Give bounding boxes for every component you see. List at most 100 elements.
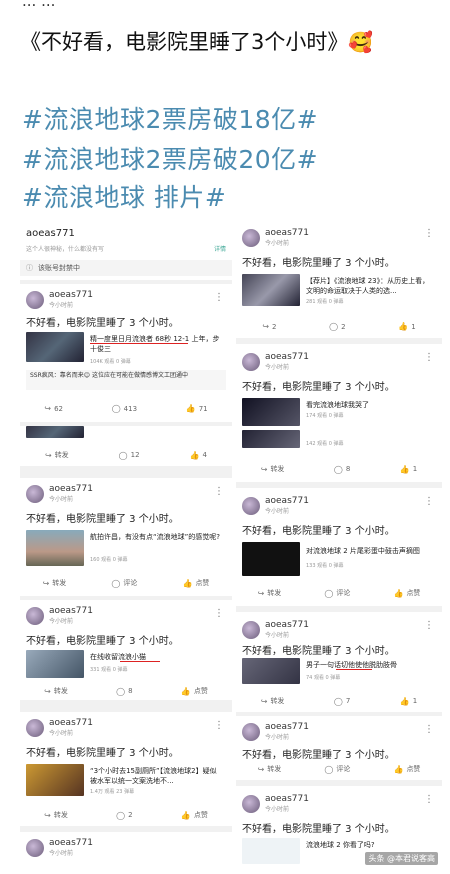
video-thumbnail[interactable] <box>26 426 84 438</box>
video-title[interactable]: 精一度里日月流浪者 68秒 12-1 上年，步十俊三 <box>90 334 222 354</box>
post-username[interactable]: aoeas771 <box>265 794 309 804</box>
avatar[interactable] <box>242 722 260 741</box>
video-thumbnail[interactable] <box>26 530 84 566</box>
header: ... ... 《不好看，电影院里睡了3个小时》🥰 #流浪地球2票房破18亿# … <box>0 0 450 215</box>
more-icon[interactable]: ⋮ <box>214 292 224 303</box>
repost-button[interactable]: ↪ 转发 <box>258 764 282 774</box>
repost-icon: ↪ <box>44 450 52 460</box>
like-button[interactable]: 👍 1 <box>400 464 417 474</box>
repost-button[interactable]: ↪ 2 <box>262 322 276 331</box>
profile-name: aoeas771 <box>26 228 75 239</box>
repost-button[interactable]: ↪ 62 <box>44 404 63 413</box>
post-username[interactable]: aoeas771 <box>265 496 309 506</box>
like-button[interactable]: 👍 71 <box>186 404 208 413</box>
like-button[interactable]: 👍 点赞 <box>181 810 208 820</box>
avatar[interactable] <box>26 484 44 503</box>
post-username[interactable]: aoeas771 <box>265 228 309 238</box>
like-button[interactable]: 👍 4 <box>190 450 207 460</box>
more-icon[interactable]: ⋮ <box>424 496 434 507</box>
hashtag-2[interactable]: #流浪地球2票房破20亿# <box>22 140 318 176</box>
post-text: 不好看，电影院里睡了 3 个小时。 <box>242 526 395 537</box>
repost-button[interactable]: ↪ 转发 <box>45 450 69 460</box>
post-username[interactable]: aoeas771 <box>265 352 309 362</box>
repost-button[interactable]: ↪ 转发 <box>258 588 282 598</box>
hashtag-3[interactable]: #流浪地球 排片# <box>22 178 226 214</box>
post-username[interactable]: aoeas771 <box>49 290 93 300</box>
video-title[interactable]: 航拍许昌，有没有点“流浪地球”的感觉呢? <box>90 532 222 542</box>
avatar[interactable] <box>242 620 260 639</box>
profile-detail-link[interactable]: 详情 <box>214 244 226 253</box>
repost-button[interactable]: ↪ 转发 <box>261 464 285 474</box>
more-icon[interactable]: ⋮ <box>214 720 224 731</box>
avatar[interactable] <box>26 718 44 737</box>
comment-button[interactable]: ◯ 2 <box>329 322 345 331</box>
repost-button[interactable]: ↪ 转发 <box>44 686 68 696</box>
repost-button[interactable]: ↪ 转发 <box>44 810 68 820</box>
avatar[interactable] <box>242 496 260 515</box>
post-username[interactable]: aoeas771 <box>265 722 309 732</box>
video-title[interactable]: 看完流浪地球我哭了 <box>306 400 434 410</box>
video-thumbnail[interactable] <box>26 764 84 796</box>
post-card-4: aoeas771 今小时前 ⋮ 不好看，电影院里睡了 3 个小时。 在线收留流浪… <box>20 600 232 700</box>
video-thumbnail[interactable] <box>242 274 300 306</box>
post-username[interactable]: aoeas771 <box>49 718 93 728</box>
video-title[interactable]: 对流浪地球 2 片尾彩蛋中鼓击声摘图 <box>306 546 434 556</box>
video-thumbnail[interactable] <box>242 542 300 576</box>
comment-button[interactable]: ◯ 8 <box>334 464 350 474</box>
video-title[interactable]: 【荐片】《流浪地球 23》：从历史上看，文明的命运取决于人类的选... <box>306 276 434 296</box>
comment-button[interactable]: ◯ 7 <box>334 696 350 706</box>
post-username[interactable]: aoeas771 <box>265 620 309 630</box>
featured-comment: SSR疯风：靠名而来😊 这位应在可能在做情感博文工团通中 <box>26 370 226 390</box>
more-icon[interactable]: ⋮ <box>424 794 434 805</box>
post-card-5: aoeas771 今小时前 ⋮ 不好看，电影院里睡了 3 个小时。 “3个小时去… <box>20 712 232 826</box>
more-icon[interactable]: ⋮ <box>214 486 224 497</box>
comment-button[interactable]: ◯ 12 <box>119 450 140 460</box>
red-underline <box>120 661 160 662</box>
more-icon[interactable]: ⋮ <box>424 228 434 239</box>
post-card-r1: aoeas771 今小时前 ⋮ 不好看，电影院里睡了 3 个小时。 【荐片】《流… <box>236 220 442 338</box>
comment-button[interactable]: ◯ 413 <box>112 404 137 413</box>
like-button[interactable]: 👍 1 <box>398 322 415 331</box>
ban-notice: ⓘ 该账号封禁中 <box>20 260 232 276</box>
like-button[interactable]: 👍 点赞 <box>393 764 420 774</box>
avatar[interactable] <box>26 838 44 857</box>
video-thumbnail[interactable] <box>242 838 300 864</box>
comment-user[interactable]: SSR疯风： <box>30 372 60 379</box>
comment-button[interactable]: ◯ 评论 <box>111 578 137 588</box>
comment-button[interactable]: ◯ 2 <box>116 810 132 820</box>
hashtag-1[interactable]: #流浪地球2票房破18亿# <box>22 100 318 136</box>
comment-button[interactable]: ◯ 评论 <box>324 588 350 598</box>
video-thumbnail[interactable] <box>26 332 84 362</box>
like-button[interactable]: 👍 点赞 <box>393 588 420 598</box>
post-text: 不好看，电影院里睡了 3 个小时。 <box>242 382 395 393</box>
avatar[interactable] <box>242 794 260 813</box>
post-username[interactable]: aoeas771 <box>49 606 93 616</box>
post-time: 今小时前 <box>265 364 290 371</box>
more-icon[interactable]: ⋮ <box>424 724 434 735</box>
repost-button[interactable]: ↪ 转发 <box>261 696 285 706</box>
video-thumbnail[interactable] <box>242 398 300 426</box>
video-thumbnail[interactable] <box>242 658 300 684</box>
avatar[interactable] <box>26 606 44 625</box>
video-title[interactable]: 流浪地球 2 你看了吗? <box>306 840 434 850</box>
post-text: 不好看，电影院里睡了 3 个小时。 <box>26 636 179 647</box>
avatar[interactable] <box>242 228 260 247</box>
video-title[interactable]: “3个小时去15副厕所”【流浪地球2】疑似被水军以统一文案洗地不... <box>90 766 222 786</box>
more-icon[interactable]: ⋮ <box>214 608 224 619</box>
post-username[interactable]: aoeas771 <box>49 484 93 494</box>
comment-button[interactable]: ◯ 8 <box>116 686 132 696</box>
avatar[interactable] <box>26 290 44 309</box>
more-icon[interactable]: ⋮ <box>424 620 434 631</box>
repost-button[interactable]: ↪ 转发 <box>43 578 67 588</box>
more-icon[interactable]: ⋮ <box>424 352 434 363</box>
video-thumbnail[interactable] <box>26 650 84 678</box>
post-username[interactable]: aoeas771 <box>49 838 93 848</box>
video-thumbnail-2[interactable] <box>242 430 300 448</box>
avatar[interactable] <box>242 352 260 371</box>
like-button[interactable]: 👍 1 <box>400 696 417 706</box>
like-button[interactable]: 👍 点赞 <box>182 578 209 588</box>
post-text: 不好看，电影院里睡了 3 个小时。 <box>242 824 395 835</box>
thumbs-up-icon: 👍 <box>180 686 191 696</box>
comment-button[interactable]: ◯ 评论 <box>324 764 350 774</box>
like-button[interactable]: 👍 点赞 <box>181 686 208 696</box>
